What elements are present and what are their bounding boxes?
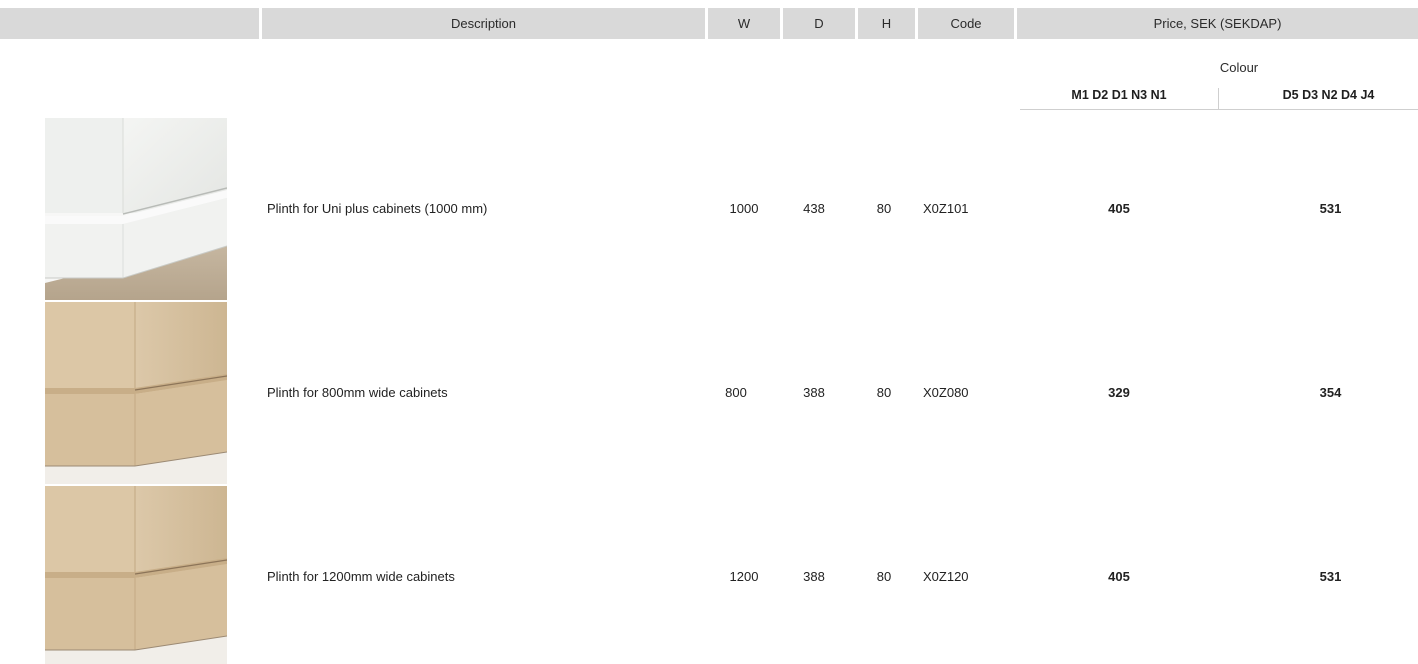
row-3-code: X0Z120 [923,569,969,584]
row-1-h: 80 [876,201,892,216]
header-blank-cell [0,8,259,39]
row-2-w: 800 [725,385,747,400]
header-w: W [708,8,780,39]
product-image-birch-plinth-1200 [45,486,227,664]
product-image-white-plinth [45,118,227,300]
row-3-d: 388 [803,569,825,584]
row-1-price-2: 531 [1319,201,1342,216]
row-1-description: Plinth for Uni plus cabinets (1000 mm) [267,201,488,216]
row-3-price-1: 405 [1108,569,1130,584]
header-h: H [858,8,915,39]
row-2-description: Plinth for 800mm wide cabinets [267,385,448,400]
row-2-code: X0Z080 [923,385,969,400]
row-2-d: 388 [803,385,825,400]
header-description: Description [262,8,705,39]
row-1-price-1: 405 [1108,201,1130,216]
row-2-price-1: 329 [1108,385,1130,400]
row-3-h: 80 [876,569,892,584]
colour-label: Colour [1219,60,1259,75]
row-3-price-2: 531 [1319,569,1342,584]
row-2-price-2: 354 [1319,385,1342,400]
colour-group-2: D5 D3 N2 D4 J4 [1219,88,1418,110]
colour-group-1: M1 D2 D1 N3 N1 [1020,88,1218,110]
header-price: Price, SEK (SEKDAP) [1017,8,1418,39]
header-d: D [783,8,855,39]
header-code: Code [918,8,1014,39]
product-image-birch-plinth-800 [45,302,227,484]
row-3-w: 1200 [729,569,759,584]
row-1-code: X0Z101 [923,201,969,216]
row-3-description: Plinth for 1200mm wide cabinets [267,569,455,584]
row-1-w: 1000 [729,201,759,216]
row-1-d: 438 [803,201,825,216]
price-list-page: Description W D H Code Price, SEK (SEKDA… [0,0,1418,664]
row-2-h: 80 [876,385,892,400]
